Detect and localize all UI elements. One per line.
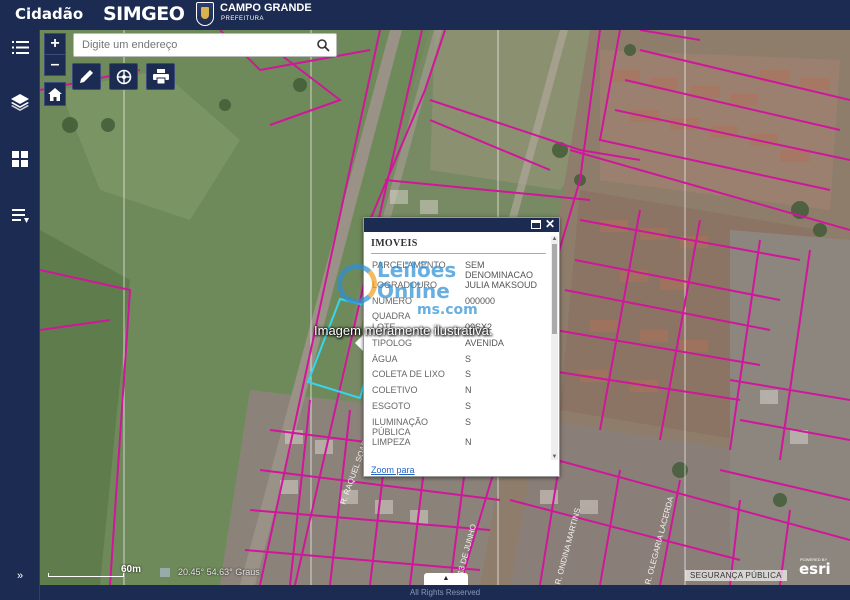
sidebar-layers-button[interactable] [8,90,32,114]
close-icon[interactable]: ✕ [545,217,555,231]
map-view[interactable]: R. RAQUEL SOARES R. 13 DE JUNHO R. ONDIN… [40,30,850,585]
attribute-key: COLETIVO [372,385,418,396]
city-name: CAMPO GRANDE [220,2,312,14]
search-icon [316,38,330,52]
attribute-value: S [465,400,472,411]
attribute-key: ÁGUA [372,353,398,364]
popup-title: IMOVEIS [371,238,546,254]
attribute-key: TIPOLOG [372,338,413,349]
print-button[interactable] [146,63,175,90]
attribute-value: N [465,385,472,396]
attribute-row: COLETIVO N [371,383,547,399]
maximize-icon[interactable] [531,220,541,229]
popup-scrollbar[interactable]: ▲ ▼ [551,236,558,460]
city-crest-icon [196,2,214,26]
measure-icon [116,69,131,84]
attribute-key: COLETA DE LIXO [372,369,445,380]
sidebar-widgets-button[interactable] [8,147,32,171]
attribute-row: ILUMINAÇÃO PÚBLICA S [371,415,547,437]
zoom-out-button[interactable]: – [44,54,66,76]
scroll-up-icon[interactable]: ▲ [551,236,558,242]
grid-icon [12,151,28,167]
legend-icon [11,209,29,223]
address-search [73,33,337,57]
sidebar-list-button[interactable] [8,35,32,59]
attribute-key: LIMPEZA [372,436,411,447]
watermark-line2: Online [377,279,450,303]
popup-titlebar: ✕ [364,217,559,232]
search-input[interactable] [74,34,312,56]
home-icon [48,87,62,101]
attribute-row: ESGOTO S [371,399,547,415]
attribute-value: AVENIDA [465,338,504,349]
attribute-value: N [465,436,472,447]
watermark-logo: Leilões Online ms.com [337,258,487,328]
coordinates-text: 20.45° 54.63° Graus [178,567,260,577]
zoom-to-link[interactable]: Zoom para [371,465,415,475]
list-icon [11,40,29,54]
sidebar: » [0,30,40,600]
zoom-in-button[interactable]: + [44,33,66,55]
scroll-down-icon[interactable]: ▼ [551,454,558,460]
attribute-row: ÁGUA S [371,352,547,368]
attribute-row: TIPOLOG AVENIDA [371,336,547,352]
layers-icon [11,93,29,111]
footer: All Rights Reserved [40,585,850,600]
map-attribution: SEGURANÇA PÚBLICA [685,570,787,581]
esri-logo: esri [799,560,831,578]
measure-button[interactable] [109,63,138,90]
illustrative-notice: Imagem meramente ilustrativa. [314,323,493,338]
feature-popup: ✕ IMOVEIS PARCELAMENTO SEM DENOMINACAO L… [363,217,560,477]
city-subtitle: PREFEITURA [221,16,265,22]
watermark-emblem [337,264,377,304]
scale-bar [48,573,124,577]
globe-icon[interactable] [160,568,170,578]
attribute-value: S [465,416,472,427]
scale-label: 60m [121,564,142,575]
attribute-value: S [465,353,472,364]
attribute-key: ILUMINAÇÃO PÚBLICA [372,416,429,437]
search-button[interactable] [310,34,336,56]
watermark-line3: ms.com [417,302,478,318]
attribute-table-toggle[interactable]: ▲ [424,573,468,585]
print-icon [152,69,169,84]
attribute-row: COLETA DE LIXO S [371,367,547,383]
draw-button[interactable] [72,63,101,90]
sidebar-expand-button[interactable]: » [0,565,40,587]
pencil-icon [80,70,93,83]
simgeo-logo: SIMGEO [103,3,185,25]
sidebar-legend-button[interactable] [8,204,32,228]
attribute-value: S [465,369,472,380]
attribute-row: LIMPEZA N [371,435,547,451]
app-header: Cidadão SIMGEO CAMPO GRANDE PREFEITURA [0,0,850,30]
app-title: Cidadão [15,5,84,23]
home-button[interactable] [44,82,66,106]
scroll-thumb[interactable] [552,244,557,334]
attribute-key: ESGOTO [372,400,411,411]
coordinates-readout: 20.45° 54.63° Graus [160,567,260,578]
